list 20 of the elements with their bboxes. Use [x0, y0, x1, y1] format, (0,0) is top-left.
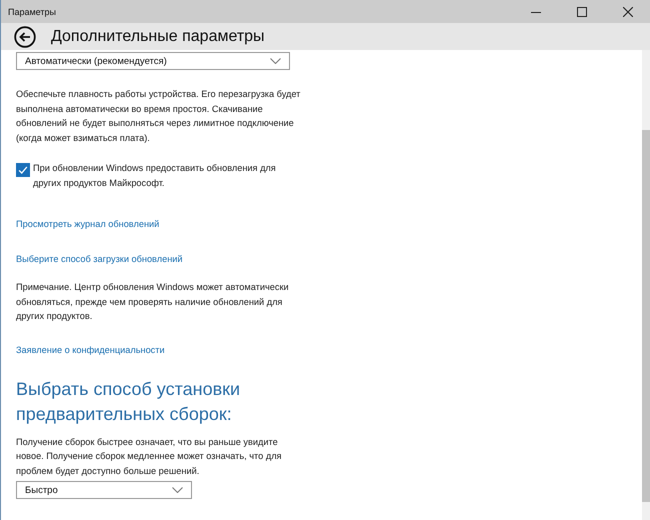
checkbox-label: При обновлении Windows предоставить обновления для других продуктов Майкрософт.: [33, 162, 277, 190]
dropdown[interactable]: Автоматически (рекомендуется): [16, 52, 290, 70]
paragraph: Обеспечьте плавность работы устройства. Его перезагрузка будет выполнена автоматически во время простоя. Скачивание обновлений не будет выполняться через лимитное подключение (когда может взиматься плата).: [16, 88, 302, 145]
close-icon[interactable]: [623, 6, 633, 16]
paragraph: Примечание. Центр обновления Windows может автоматически обновляться, прежде чем проверять наличие обновлений для других продуктов.: [16, 281, 290, 323]
chevron-icon: [172, 487, 183, 493]
paragraph: Получение сборок быстрее означает, что вы раньше увидите новое. Получение сборок медленнее может означать, что для проблем будет доступно больше решений.: [16, 436, 283, 478]
maximize-icon[interactable]: [577, 6, 587, 16]
link[interactable]: Просмотреть журнал обновлений: [16, 217, 160, 231]
page-title: Дополнительные параметры: [51, 28, 265, 46]
back-icon[interactable]: [14, 26, 36, 48]
link[interactable]: Выберите способ загрузки обновлений: [16, 252, 183, 266]
scrollbar[interactable]: [642, 50, 650, 520]
window-title: Параметры: [8, 6, 56, 16]
section-heading: Выбрать способ установки предварительных сборок:: [16, 378, 242, 426]
link[interactable]: Заявление о конфиденциальности: [16, 342, 165, 356]
dropdown[interactable]: Быстро: [16, 481, 192, 499]
checkbox[interactable]: [16, 163, 30, 177]
chevron-icon: [270, 58, 281, 64]
scrollbar-thumb[interactable]: [642, 130, 650, 502]
